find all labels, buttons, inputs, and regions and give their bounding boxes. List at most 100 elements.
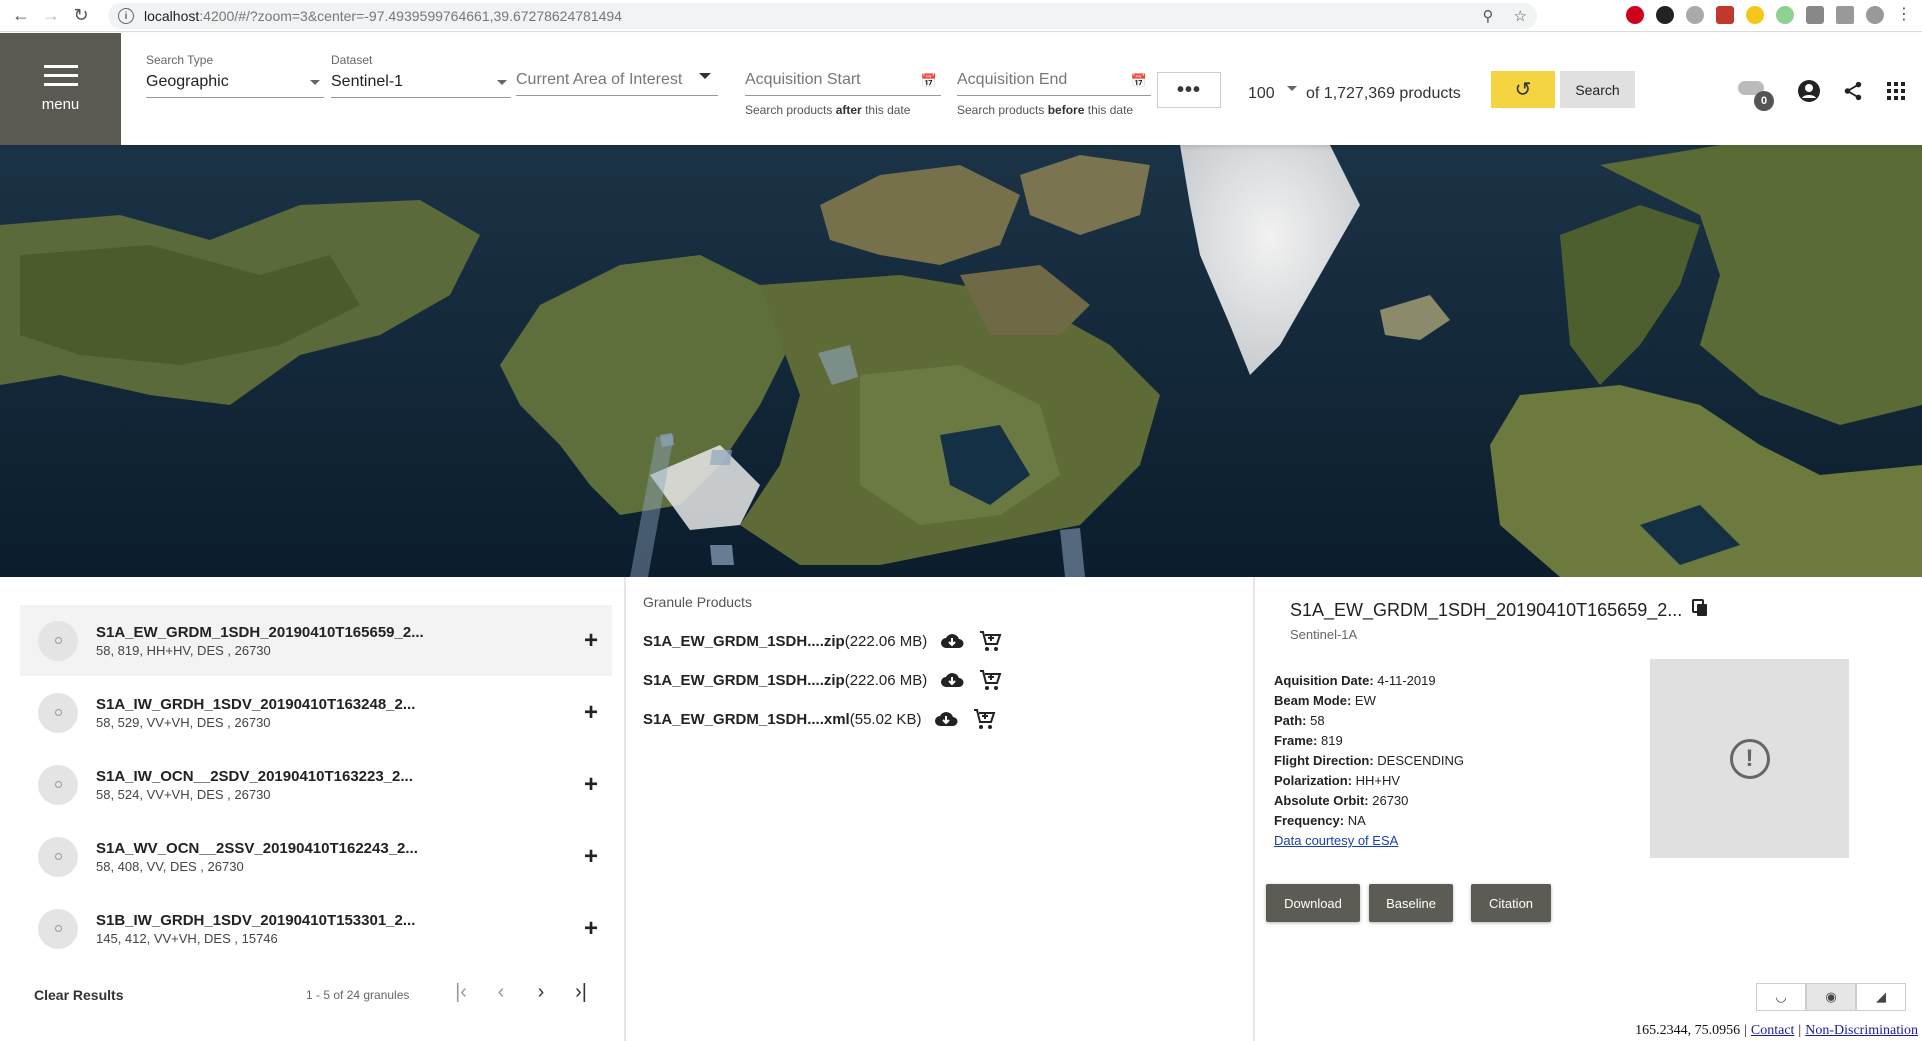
extension-icon[interactable] [1776, 6, 1794, 24]
dataset-select[interactable]: Dataset Sentinel-1 [331, 53, 511, 98]
extension-icon[interactable] [1716, 6, 1734, 24]
detail-title-text: S1A_EW_GRDM_1SDH_20190410T165659_2... [1290, 600, 1683, 620]
detail-subtitle: Sentinel-1A [1290, 627, 1358, 642]
cloud-download-icon[interactable] [939, 630, 965, 652]
add-to-queue-icon[interactable]: + [584, 627, 598, 655]
citation-button[interactable]: Citation [1471, 884, 1551, 922]
list-item[interactable]: S1A_EW_GRDM_1SDH_20190410T165659_2... 58… [20, 605, 612, 676]
add-to-cart-icon[interactable] [977, 669, 1003, 691]
acquisition-end-field[interactable]: Acquisition End 📅 Search products before … [957, 71, 1151, 117]
download-queue-button[interactable]: 0 [1738, 81, 1774, 111]
browser-toolbar: ← → ↻ i localhost:4200/#/?zoom=3&center=… [0, 0, 1922, 32]
dataset-label: Dataset [331, 53, 373, 67]
thumbnail-placeholder-icon [38, 836, 78, 877]
apps-grid-icon[interactable] [1884, 79, 1908, 103]
menu-label: menu [41, 96, 80, 113]
equatorial-view-icon[interactable]: ◉ [1806, 983, 1856, 1011]
reset-search-button[interactable]: ↺ [1491, 71, 1555, 108]
first-page-icon[interactable]: |‹ [448, 981, 474, 1004]
search-type-value-text: Geographic [146, 73, 229, 90]
granule-products: Granule Products S1A_EW_GRDM_1SDH....zip… [627, 577, 1255, 1041]
acquisition-end-input: Acquisition End 📅 [957, 71, 1151, 96]
list-item[interactable]: S1A_WV_OCN__2SSV_20190410T162243_2... 58… [20, 821, 612, 892]
last-page-icon[interactable]: ›| [568, 981, 594, 1004]
prop-label: Frequency: [1274, 813, 1345, 828]
cursor-coordinates: 165.2344, 75.0956 [1635, 1023, 1741, 1038]
granule-name: S1A_IW_GRDH_1SDV_20190410T163248_2... [96, 695, 416, 713]
download-button[interactable]: Download [1266, 884, 1360, 922]
thumbnail-placeholder-icon [38, 908, 78, 949]
extension-icon[interactable] [1686, 6, 1704, 24]
account-icon[interactable] [1797, 79, 1821, 103]
cloud-download-icon[interactable] [933, 708, 959, 730]
clear-results-button[interactable]: Clear Results [34, 987, 123, 1003]
antarctic-view-icon[interactable]: ◢ [1856, 983, 1906, 1011]
results-panel: S1A_EW_GRDM_1SDH_20190410T165659_2... 58… [0, 577, 1922, 1041]
granule-list: S1A_EW_GRDM_1SDH_20190410T165659_2... 58… [4, 577, 626, 1041]
search-button[interactable]: Search [1560, 71, 1635, 108]
prop-row: Absolute Orbit: 26730 [1274, 791, 1464, 811]
prop-row: Polarization: HH+HV [1274, 771, 1464, 791]
copy-icon[interactable] [1692, 599, 1708, 622]
acquisition-start-field[interactable]: Acquisition Start 📅 Search products after… [745, 71, 941, 117]
prop-value: 58 [1310, 713, 1325, 728]
menu-button[interactable]: menu [0, 33, 121, 145]
file-size: (55.02 KB) [849, 710, 922, 728]
list-item[interactable]: S1A_IW_OCN__2SDV_20190410T163223_2... 58… [20, 749, 612, 820]
calendar-icon[interactable]: 📅 [1131, 73, 1147, 89]
add-to-cart-icon[interactable] [977, 630, 1003, 652]
cloud-download-icon[interactable] [939, 669, 965, 691]
add-to-queue-icon[interactable]: + [584, 915, 598, 943]
bookmark-star-icon[interactable]: ☆ [1514, 7, 1527, 25]
reload-icon[interactable]: ↻ [68, 3, 94, 29]
list-item-text: S1A_IW_GRDH_1SDV_20190410T163248_2... 58… [96, 696, 415, 730]
hint-bold: before [1047, 103, 1085, 117]
prev-page-icon[interactable]: ‹ [488, 981, 514, 1004]
camera-icon[interactable] [1806, 6, 1824, 24]
back-icon[interactable]: ← [8, 3, 34, 29]
forward-icon[interactable]: → [38, 3, 64, 29]
separator: | [1798, 1023, 1802, 1038]
contact-link[interactable]: Contact [1751, 1023, 1795, 1039]
list-item[interactable]: S1A_IW_GRDH_1SDV_20190410T163248_2... 58… [20, 677, 612, 748]
satellite-map[interactable] [0, 145, 1922, 577]
prop-label: Absolute Orbit: [1274, 793, 1369, 808]
info-icon[interactable]: i [118, 8, 134, 24]
add-to-cart-icon[interactable] [971, 708, 997, 730]
prop-row: Frame: 819 [1274, 731, 1464, 751]
add-to-queue-icon[interactable]: + [584, 699, 598, 727]
extension-icon[interactable] [1656, 6, 1674, 24]
chevron-down-icon [699, 73, 711, 79]
browser-menu-icon[interactable]: ⋮ [1896, 7, 1912, 23]
search-type-select[interactable]: Search Type Geographic [146, 53, 324, 98]
profile-avatar-icon[interactable] [1866, 6, 1884, 24]
extension-icon[interactable] [1626, 6, 1644, 24]
address-bar[interactable]: i localhost:4200/#/?zoom=3&center=-97.49… [108, 3, 1537, 29]
prop-row: Flight Direction: DESCENDING [1274, 751, 1464, 771]
baseline-button[interactable]: Baseline [1369, 884, 1453, 922]
share-icon[interactable] [1841, 79, 1865, 103]
granule-name: S1A_IW_OCN__2SDV_20190410T163223_2... [96, 767, 413, 785]
max-results-select[interactable]: 100 [1248, 85, 1297, 103]
calendar-icon[interactable]: 📅 [921, 73, 937, 89]
extension-icon[interactable] [1836, 6, 1854, 24]
non-discrimination-link[interactable]: Non-Discrimination [1805, 1023, 1918, 1039]
map-imagery [0, 145, 1922, 577]
dataset-value: Sentinel-1 [331, 73, 511, 98]
add-to-queue-icon[interactable]: + [584, 771, 598, 799]
arctic-view-icon[interactable]: ◡ [1756, 983, 1806, 1011]
prop-label: Flight Direction: [1274, 753, 1374, 768]
prop-label: Path: [1274, 713, 1307, 728]
prop-label: Beam Mode: [1274, 693, 1352, 708]
list-item[interactable]: S1B_IW_GRDH_1SDV_20190410T153301_2... 14… [20, 893, 612, 964]
esa-link[interactable]: Data courtesy of ESA [1274, 833, 1398, 848]
next-page-icon[interactable]: › [528, 981, 554, 1004]
prop-row: Aquisition Date: 4-11-2019 [1274, 671, 1464, 691]
more-filters-button[interactable]: ••• [1157, 72, 1221, 108]
prop-value: EW [1354, 693, 1376, 708]
extension-icon[interactable] [1746, 6, 1764, 24]
max-results-value: 100 [1248, 85, 1275, 102]
zoom-icon[interactable]: ⚲ [1483, 7, 1494, 25]
add-to-queue-icon[interactable]: + [584, 843, 598, 871]
aoi-select[interactable]: Current Area of Interest [516, 71, 718, 96]
